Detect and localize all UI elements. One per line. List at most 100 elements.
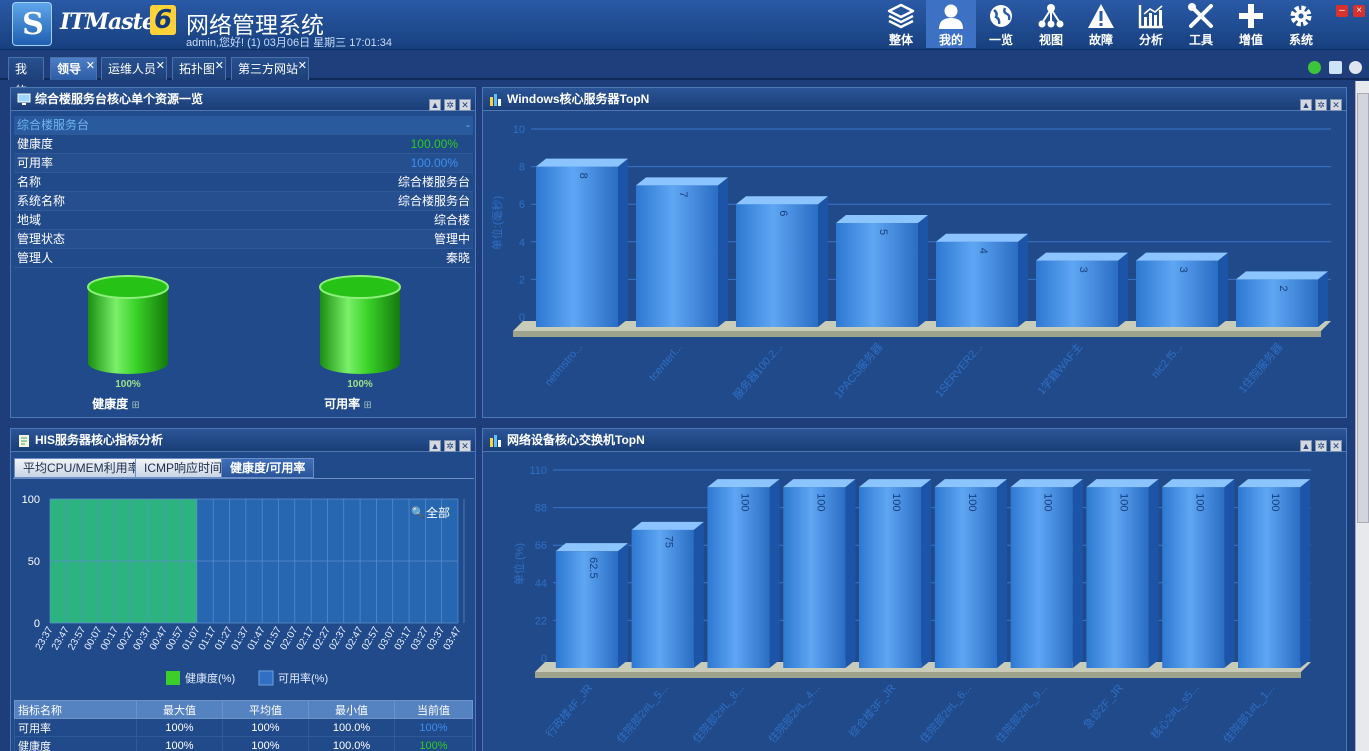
x-tick-label: netmstro... — [543, 341, 586, 389]
subtab-cpu-mem[interactable]: 平均CPU/MEM利用率 — [14, 458, 149, 478]
bar-top — [1162, 479, 1235, 488]
scroll-thumb[interactable] — [1357, 93, 1369, 523]
settings-icon[interactable]: ✲ — [1315, 99, 1327, 111]
close-icon[interactable]: ✕ — [156, 55, 165, 77]
row-label: 管理人 — [17, 251, 54, 265]
info-row-manager: 管理人 秦晓 — [14, 249, 473, 268]
nav-view[interactable]: 视图 — [1026, 0, 1076, 48]
close-icon[interactable]: ✕ — [215, 55, 224, 77]
collapse-icon[interactable]: ▲ — [1300, 440, 1312, 452]
close-icon[interactable]: ✕ — [1330, 440, 1342, 452]
row-label: 管理状态 — [17, 232, 66, 246]
nav-label: 一览 — [988, 33, 1013, 47]
close-icon[interactable]: ✕ — [1330, 99, 1342, 111]
panel-title: 综合楼服务台核心单个资源一览 — [35, 92, 204, 106]
nav-glance[interactable]: 一览 — [976, 0, 1026, 48]
x-tick-label: 1学籍WAF主 — [1034, 340, 1085, 397]
row-label: 可用率 — [17, 156, 54, 170]
close-icon[interactable]: ✕ — [86, 55, 95, 77]
x-tick-label: 住院部2#L_6... — [917, 681, 974, 746]
data-label: 100 — [1269, 493, 1281, 511]
bar-side — [1300, 479, 1311, 668]
cell: 100% — [394, 736, 473, 751]
tab-third-party[interactable]: 第三方网站 ✕ — [231, 57, 309, 80]
settings-icon[interactable]: ✲ — [1315, 440, 1327, 452]
nav-fault[interactable]: 故障 — [1076, 0, 1126, 48]
bar-chart-icon — [490, 435, 501, 447]
panel-title: 网络设备核心交换机TopN — [507, 433, 645, 447]
minimize-icon[interactable]: – — [1336, 5, 1348, 17]
tab-leader[interactable]: 领导 ✕ — [50, 57, 97, 80]
collapse-icon[interactable]: ▲ — [429, 440, 441, 452]
row-value: 综合楼 — [433, 213, 470, 227]
page-scrollbar[interactable] — [1355, 81, 1369, 751]
info-row-name: 名称 综合楼服务台 — [14, 173, 473, 192]
bar-top — [636, 177, 728, 186]
info-row-health: 健康度 100.00% — [14, 135, 473, 154]
x-tick-label: nlc2.f5... — [1149, 341, 1185, 381]
x-tick-label: 核心2#L_s5... — [1148, 681, 1202, 742]
col-header[interactable]: 当前值 — [394, 700, 473, 719]
settings-icon[interactable] — [1349, 61, 1362, 74]
data-label: 100 — [966, 493, 978, 511]
close-icon[interactable]: ✕ — [459, 99, 471, 111]
collapse-icon[interactable]: ▲ — [1300, 99, 1312, 111]
nav-system[interactable]: 系统 — [1276, 0, 1326, 48]
col-header[interactable]: 最小值 — [308, 700, 395, 719]
y-tick-label: 44 — [535, 578, 547, 590]
nav-analysis[interactable]: 分析 — [1126, 0, 1176, 48]
nav-mine[interactable]: 我的 — [926, 0, 976, 48]
tab-label: 拓扑图 — [179, 62, 216, 76]
bar-top — [631, 521, 704, 530]
availability-gauge-label: 可用率 ⊞ — [298, 395, 398, 412]
row-value: 管理中 — [433, 232, 470, 246]
bar-top — [1086, 479, 1159, 488]
col-header[interactable]: 平均值 — [222, 700, 309, 719]
add-icon[interactable] — [1308, 61, 1321, 74]
nav-label: 系统 — [1288, 33, 1313, 47]
collapse-icon[interactable]: ▲ — [429, 99, 441, 111]
health-cylinder — [87, 275, 169, 374]
health-gauge-label: 健康度 ⊞ — [66, 395, 166, 412]
nav-label: 整体 — [888, 33, 913, 47]
row-value: 综合楼服务台 — [397, 194, 470, 208]
nav-value-added[interactable]: 增值 — [1226, 0, 1276, 48]
nav-tools[interactable]: 工具 — [1176, 0, 1226, 48]
window-icon[interactable] — [1329, 61, 1342, 74]
settings-icon[interactable]: ✲ — [444, 440, 456, 452]
y-tick-label: 100 — [22, 494, 40, 506]
data-label: 6 — [777, 210, 789, 216]
user-greeting: admin,您好! (1) 03月06日 星期三 17:01:34 — [186, 37, 393, 49]
his-health-chart: 23:3723:4723:5700:0700:1700:2700:3700:47… — [22, 494, 465, 686]
bar-side — [617, 543, 628, 668]
bar-side — [818, 196, 828, 327]
tab-topology[interactable]: 拓扑图 ✕ — [172, 57, 226, 80]
x-tick-label: tcenterl... — [647, 341, 685, 383]
data-label: 75 — [663, 536, 675, 548]
nav-overview[interactable]: 整体 — [876, 0, 926, 48]
col-header[interactable]: 最大值 — [136, 700, 223, 719]
detail-icon[interactable]: ⊞ — [363, 400, 371, 411]
subtab-health-availability[interactable]: 健康度/可用率 — [221, 458, 315, 478]
data-label: 5 — [877, 229, 889, 235]
detail-icon[interactable]: ⊞ — [131, 400, 139, 411]
data-label: 7 — [677, 191, 689, 197]
brand-version: 6 — [150, 5, 176, 35]
table-header-row: 指标名称 最大值 平均值 最小值 当前值 — [14, 700, 473, 719]
close-icon[interactable]: × — [1353, 5, 1365, 17]
subtab-icmp[interactable]: ICMP响应时间 — [135, 458, 232, 478]
group-row[interactable]: 综合楼服务台 - — [14, 116, 473, 135]
close-icon[interactable]: ✕ — [459, 440, 471, 452]
x-tick-label: 综合楼3F_JR — [846, 681, 899, 740]
col-header[interactable]: 指标名称 — [14, 700, 137, 719]
data-label: 100 — [890, 493, 902, 511]
tab-mine[interactable]: 我的 — [8, 57, 44, 98]
close-icon[interactable]: ✕ — [298, 55, 307, 77]
bar — [536, 166, 618, 327]
nav-label: 故障 — [1088, 33, 1113, 47]
x-tick-label: 住院部2#L_9... — [993, 681, 1050, 746]
settings-icon[interactable]: ✲ — [444, 99, 456, 111]
availability-percent: 100% — [347, 379, 373, 390]
bar — [934, 487, 997, 668]
tab-ops[interactable]: 运维人员 ✕ — [101, 57, 167, 80]
